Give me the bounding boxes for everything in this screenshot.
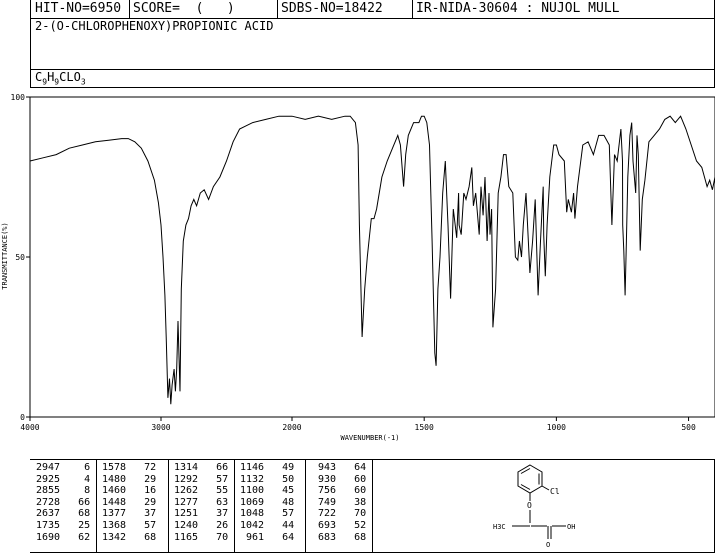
peak-table-row: 1146 49 xyxy=(240,462,295,473)
peak-table-row: 1100 45 xyxy=(240,485,295,497)
peak-table-row: 1132 50 xyxy=(240,473,295,485)
peak-table-row: 1480 29 xyxy=(102,473,157,485)
spectrum-line xyxy=(29,115,715,405)
plot-frame xyxy=(29,96,715,418)
peak-table-row: 1069 48 xyxy=(240,496,295,508)
peak-table-row: 722 70 xyxy=(312,508,367,520)
x-tick-label: 2000 xyxy=(282,423,301,432)
peak-table-row: 2728 66 xyxy=(36,496,91,508)
chloro-label: Cl xyxy=(550,487,560,496)
x-tick-label: 500 xyxy=(681,423,696,432)
peak-table-row: 1578 72 xyxy=(102,462,157,473)
peak-table-row: 943 64 xyxy=(312,462,367,473)
peak-table-row: 1042 44 xyxy=(240,519,295,531)
y-tick-label: 100 xyxy=(11,93,26,102)
peak-table-row: 961 64 xyxy=(240,531,295,543)
peak-table-row: 1448 29 xyxy=(102,496,157,508)
hydroxyl-label: OH xyxy=(567,523,575,531)
ir-spectrum-chart: 4000 3000 2000 1500 1000 500 0 50 100 WAVENUMBER… xyxy=(1,93,715,442)
peak-table-row: 1048 57 xyxy=(240,508,295,520)
peak-table-row: 2855 8 xyxy=(36,485,91,497)
peak-table-row: 1368 57 xyxy=(102,519,157,531)
peak-table-row: 1251 37 xyxy=(174,508,229,520)
peak-table-column: 1146 49 1132 50 1100 45 1069 48 1048 57 1042 … xyxy=(240,462,294,543)
peak-table-row: 693 52 xyxy=(312,519,367,531)
peak-table-row: 1165 70 xyxy=(174,531,229,543)
y-tick-label: 50 xyxy=(15,253,25,262)
peak-table-row: 1460 16 xyxy=(102,485,157,497)
peak-table-column: 1578 72 1480 29 1460 16 1448 29 1377 37 1368 … xyxy=(102,462,156,543)
peak-table-row: 930 60 xyxy=(312,473,367,485)
peak-table-column: 1314 66 1292 57 1262 55 1277 63 1251 37 1240 … xyxy=(174,462,228,543)
y-axis-label: TRANSMITTANCE(%) xyxy=(1,222,9,289)
peak-table-row: 1292 57 xyxy=(174,473,229,485)
peak-table-row: 1314 66 xyxy=(174,462,229,473)
peak-table-row: 2925 4 xyxy=(36,473,91,485)
peak-table-row: 1240 26 xyxy=(174,519,229,531)
peak-table-row: 683 68 xyxy=(312,531,367,543)
x-axis-label: WAVENUMBER(-1) xyxy=(340,434,399,442)
ether-o: O xyxy=(527,501,532,510)
carbonyl-o: O xyxy=(546,541,550,549)
peak-table-row: 1277 63 xyxy=(174,496,229,508)
x-tick-label: 4000 xyxy=(20,423,39,432)
peak-table-row: 1377 37 xyxy=(102,508,157,520)
methyl-label: H3C xyxy=(493,523,506,531)
peak-table-row: 756 60 xyxy=(312,485,367,497)
peak-table-row: 1342 68 xyxy=(102,531,157,543)
peak-table-row: 1735 25 xyxy=(36,519,91,531)
benzene-ring xyxy=(517,464,543,494)
peak-table-row: 2637 68 xyxy=(36,508,91,520)
peak-table-row: 749 38 xyxy=(312,496,367,508)
peak-table-row: 1262 55 xyxy=(174,485,229,497)
x-tick-label: 1500 xyxy=(415,423,434,432)
peak-table-row: 2947 6 xyxy=(36,462,91,473)
peak-table-column: 2947 6 2925 4 2855 8 2728 66 2637 68 1735 25 1… xyxy=(36,462,90,543)
peak-table-row: 1690 62 xyxy=(36,531,91,543)
peak-table-column: 943 64 930 60 756 60 749 38 722 70 693 5… xyxy=(312,462,366,543)
y-tick-label: 0 xyxy=(20,413,25,422)
x-tick-label: 1000 xyxy=(547,423,566,432)
structure-diagram: Cl O H3C O OH xyxy=(493,464,575,549)
x-tick-label: 3000 xyxy=(151,423,170,432)
